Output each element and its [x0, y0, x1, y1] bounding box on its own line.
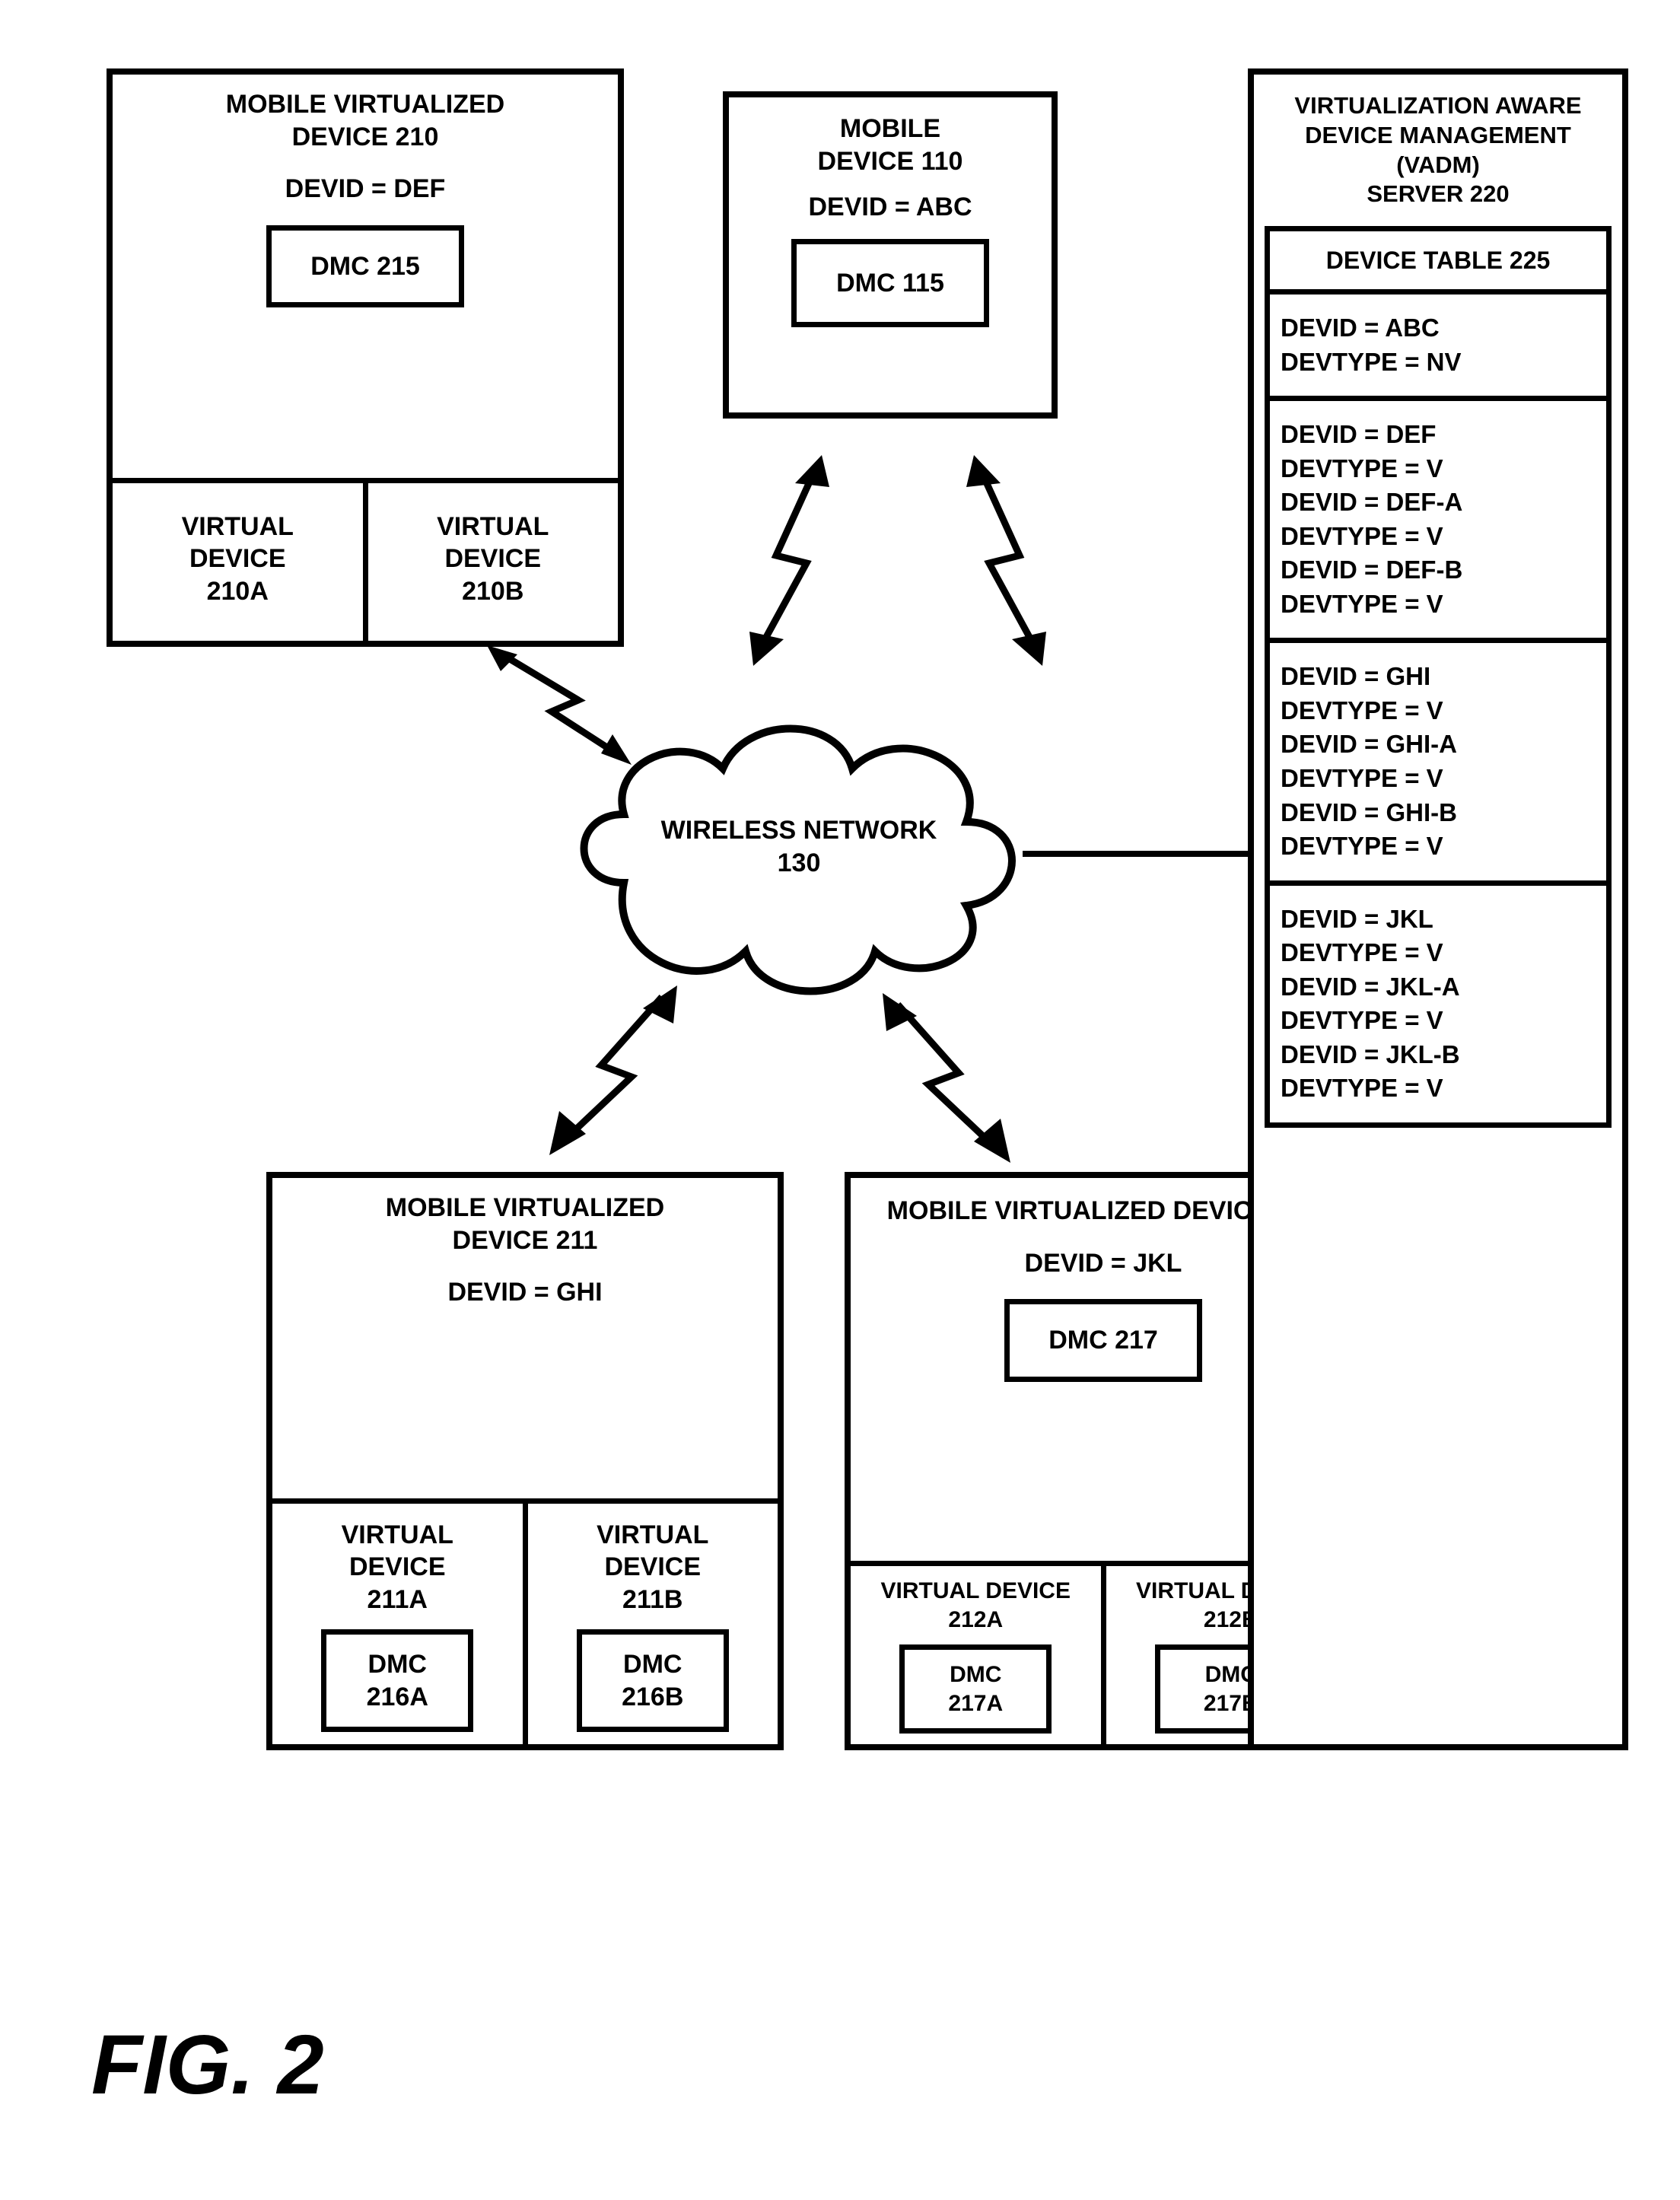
device-title-2: DEVICE 110: [741, 145, 1039, 178]
virtual-device-211b: VIRTUAL DEVICE 211B DMC 216B: [528, 1498, 778, 1745]
device-title-2: DEVICE 211: [282, 1224, 768, 1257]
cloud-title: WIRELESS NETWORK: [563, 814, 1035, 847]
dmc-label: DMC 217: [1048, 1326, 1158, 1355]
figure-label: FIG. 2: [91, 2017, 324, 2113]
device-table-225: DEVICE TABLE 225 DEVID = ABC DEVTYPE = N…: [1265, 226, 1612, 1128]
dmc-box-217: DMC 217: [1004, 1299, 1202, 1382]
dmc-box-216a: DMC 216A: [321, 1629, 473, 1732]
connector-cloud-to-vadm: [1023, 851, 1248, 857]
table-row: DEVID = JKL DEVTYPE = V DEVID = JKL-A DE…: [1270, 886, 1606, 1122]
virtual-device-211a: VIRTUAL DEVICE 211A DMC 216A: [272, 1498, 528, 1745]
device-title: MOBILE: [741, 113, 1039, 145]
devid-label: DEVID = GHI: [282, 1276, 768, 1309]
double-arrow-icon: [928, 449, 1080, 692]
double-arrow-icon: [487, 639, 685, 791]
dmc-label: DMC 115: [836, 269, 944, 298]
devid-label: DEVID = ABC: [741, 191, 1039, 224]
double-arrow-icon: [715, 449, 867, 692]
table-row: DEVID = GHI DEVTYPE = V DEVID = GHI-A DE…: [1270, 643, 1606, 885]
dmc-label: DMC 215: [310, 252, 420, 281]
dmc-box-115: DMC 115: [791, 239, 989, 328]
virtual-device-210b: VIRTUAL DEVICE 210B: [368, 478, 619, 642]
mobile-virtualized-device-210: MOBILE VIRTUALIZED DEVICE 210 DEVID = DE…: [107, 68, 624, 647]
cloud-ref: 130: [563, 847, 1035, 880]
dmc-box-215: DMC 215: [266, 225, 464, 308]
devid-label: DEVID = DEF: [122, 173, 609, 205]
double-arrow-icon: [860, 989, 1027, 1180]
table-row: DEVID = ABC DEVTYPE = NV: [1270, 295, 1606, 401]
virtual-device-212a: VIRTUAL DEVICE 212A DMC 217A: [851, 1561, 1106, 1744]
dmc-box-217a: DMC 217A: [899, 1644, 1052, 1734]
dmc-box-216b: DMC 216B: [577, 1629, 729, 1732]
virtual-device-210a: VIRTUAL DEVICE 210A: [113, 478, 368, 642]
device-title-2: DEVICE 210: [122, 121, 609, 154]
device-title: MOBILE VIRTUALIZED: [282, 1192, 768, 1224]
mobile-virtualized-device-211: MOBILE VIRTUALIZED DEVICE 211 DEVID = GH…: [266, 1172, 784, 1750]
vadm-server-220: VIRTUALIZATION AWARE DEVICE MANAGEMENT (…: [1248, 68, 1628, 1750]
table-row: DEVID = DEF DEVTYPE = V DEVID = DEF-A DE…: [1270, 401, 1606, 643]
device-title: MOBILE VIRTUALIZED: [122, 88, 609, 121]
double-arrow-icon: [533, 982, 700, 1180]
mobile-device-110: MOBILE DEVICE 110 DEVID = ABC DMC 115: [723, 91, 1058, 419]
